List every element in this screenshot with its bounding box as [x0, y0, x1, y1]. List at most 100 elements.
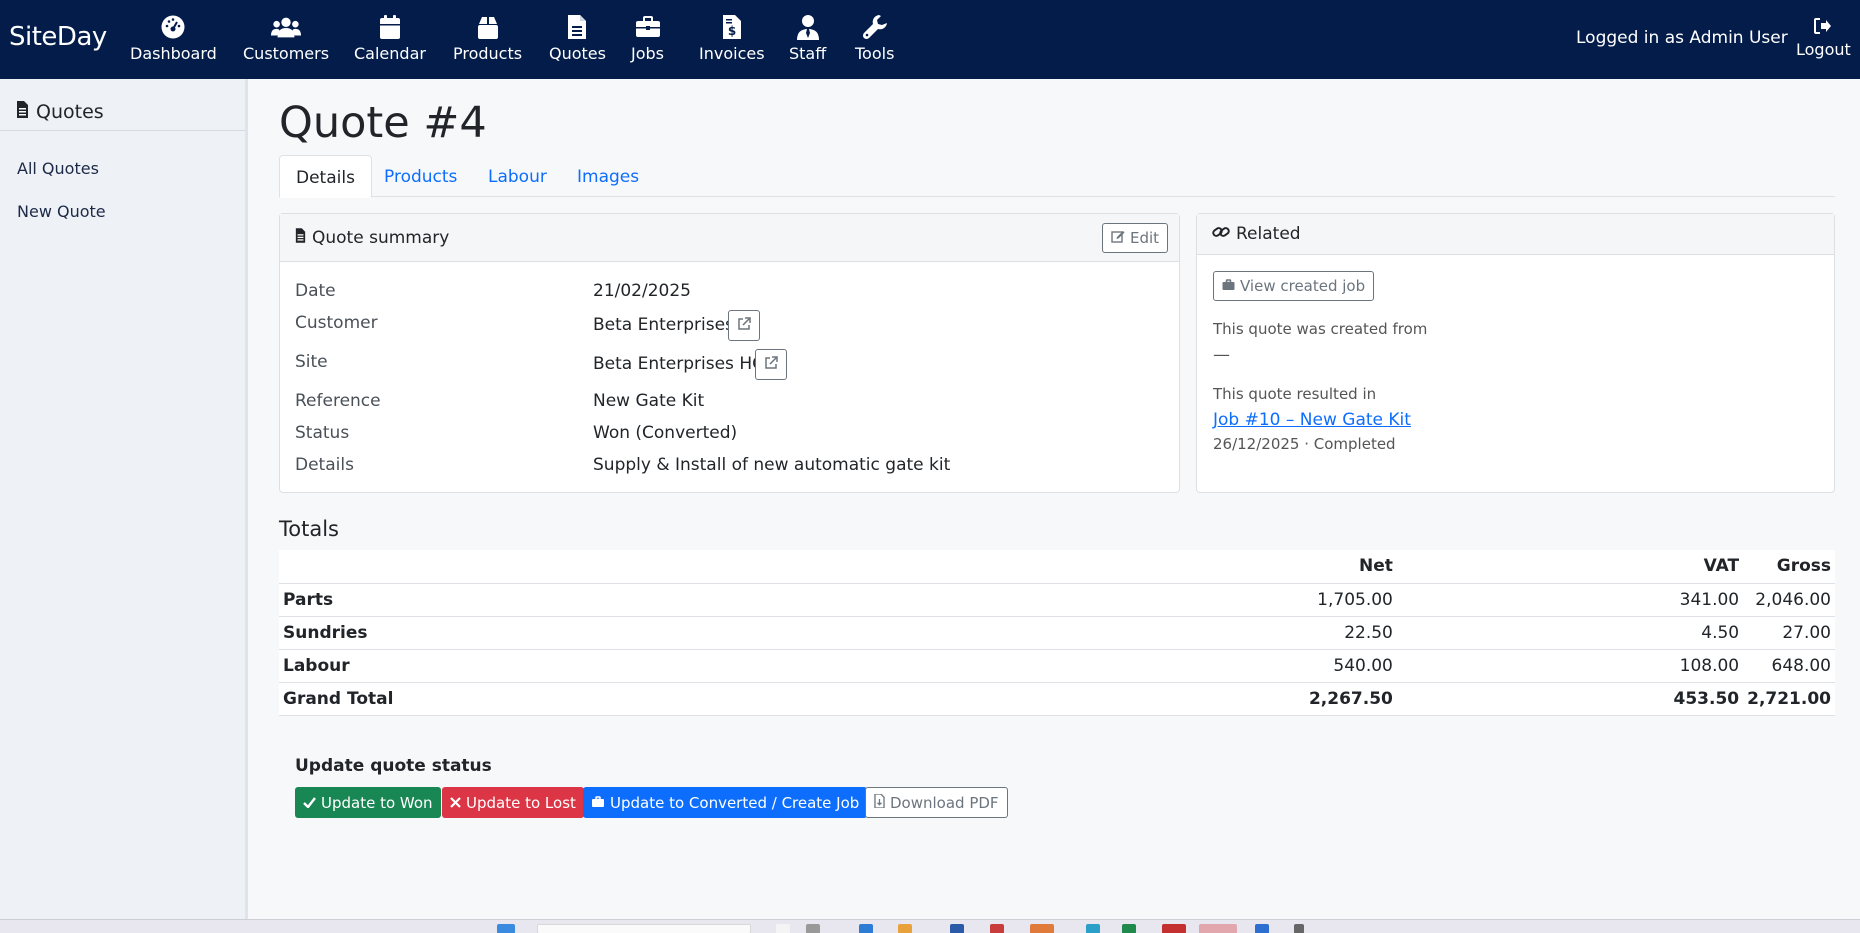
- nav-customers[interactable]: Customers: [243, 12, 329, 68]
- invoice-dollar-icon: $: [717, 12, 747, 42]
- sidebar-title: Quotes: [36, 100, 104, 123]
- header-blank: [279, 550, 1101, 584]
- tab-labour[interactable]: Labour: [472, 155, 563, 197]
- related-header: Related: [1197, 214, 1834, 255]
- taskbar-app-icon[interactable]: [950, 924, 964, 933]
- taskbar-app-icon[interactable]: [497, 924, 515, 933]
- row-vat: 341.00: [1396, 583, 1744, 617]
- close-icon: [450, 794, 461, 812]
- file-download-icon: [874, 792, 885, 812]
- edit-label: Edit: [1130, 229, 1160, 247]
- nav-label: Staff: [789, 44, 827, 63]
- edit-button[interactable]: Edit: [1102, 223, 1169, 253]
- related-job-link[interactable]: Job #10 – New Gate Kit: [1213, 410, 1411, 430]
- check-icon: [303, 794, 316, 812]
- logout-button[interactable]: Logout: [1796, 18, 1851, 59]
- header-vat: VAT: [1396, 550, 1744, 584]
- open-customer-button[interactable]: [728, 310, 760, 341]
- row-net: 540.00: [1100, 649, 1397, 683]
- card-title: Quote summary: [312, 227, 450, 248]
- pdf-label: Download PDF: [890, 793, 999, 812]
- nav-quotes[interactable]: Quotes: [549, 12, 606, 68]
- taskbar-search-box[interactable]: [537, 924, 751, 933]
- taskbar-app-icon[interactable]: [776, 924, 790, 933]
- nav-jobs[interactable]: Jobs: [631, 12, 664, 68]
- taskbar-app-icon[interactable]: [1122, 924, 1136, 933]
- calendar-icon: [375, 12, 405, 42]
- row-label: Grand Total: [279, 682, 1101, 716]
- wrench-icon: [860, 12, 890, 42]
- taskbar-app-icon[interactable]: [1086, 924, 1100, 933]
- nav-label: Tools: [855, 44, 895, 63]
- totals-title: Totals: [279, 517, 339, 541]
- date-value: 21/02/2025: [593, 281, 691, 301]
- nav-tools[interactable]: Tools: [855, 12, 894, 68]
- table-row: Parts 1,705.00 341.00 2,046.00: [279, 583, 1835, 617]
- nav-label: Dashboard: [130, 44, 217, 63]
- taskbar-app-icon[interactable]: [898, 924, 912, 933]
- briefcase-icon: [1222, 277, 1235, 295]
- nav-products[interactable]: Products: [453, 12, 522, 68]
- tab-products[interactable]: Products: [368, 155, 473, 197]
- taskbar-app-icon[interactable]: [859, 924, 873, 933]
- row-label: Parts: [279, 583, 1101, 617]
- file-text-icon: [295, 227, 306, 248]
- date-label: Date: [295, 281, 336, 301]
- row-gross: 2,046.00: [1743, 583, 1835, 617]
- open-site-button[interactable]: [755, 349, 787, 380]
- totals-header-row: Net VAT Gross: [279, 550, 1835, 584]
- sidebar: Quotes All Quotes New Quote: [0, 79, 248, 919]
- taskbar-app-icon[interactable]: [1030, 924, 1054, 933]
- row-vat: 108.00: [1396, 649, 1744, 683]
- details-value: Supply & Install of new automatic gate k…: [593, 455, 951, 475]
- brand-logo[interactable]: SiteDay: [9, 22, 107, 52]
- nav-label: Customers: [243, 44, 330, 63]
- update-to-converted-button[interactable]: Update to Converted / Create Job: [583, 787, 868, 818]
- nav-calendar[interactable]: Calendar: [354, 12, 426, 68]
- customer-label: Customer: [295, 313, 378, 333]
- nav-invoices[interactable]: $ Invoices: [699, 12, 765, 68]
- briefcase-icon: [591, 794, 605, 812]
- box-icon: [473, 12, 503, 42]
- sidebar-header: Quotes: [0, 79, 245, 131]
- details-label: Details: [295, 455, 354, 475]
- download-pdf-button[interactable]: Download PDF: [865, 787, 1008, 818]
- sidebar-item-new-quote[interactable]: New Quote: [17, 202, 106, 221]
- external-link-icon: [764, 355, 778, 374]
- nav-label: Invoices: [699, 44, 765, 63]
- related-card: Related View created job This quote was …: [1196, 213, 1835, 493]
- header-gross: Gross: [1743, 550, 1835, 584]
- taskbar-app-icon[interactable]: [1199, 924, 1237, 933]
- resulted-in-label: This quote resulted in: [1213, 385, 1377, 403]
- row-gross: 648.00: [1743, 649, 1835, 683]
- tab-images[interactable]: Images: [561, 155, 655, 197]
- update-to-lost-button[interactable]: Update to Lost: [442, 787, 584, 818]
- converted-label: Update to Converted / Create Job: [610, 793, 860, 812]
- site-value: Beta Enterprises HQ: [593, 354, 766, 374]
- link-icon: [1212, 224, 1230, 245]
- taskbar-app-icon[interactable]: [806, 924, 820, 933]
- table-row: Sundries 22.50 4.50 27.00: [279, 616, 1835, 650]
- sidebar-item-all-quotes[interactable]: All Quotes: [17, 159, 99, 178]
- taskbar-app-icon[interactable]: [1162, 924, 1186, 933]
- view-job-label: View created job: [1240, 277, 1366, 295]
- customer-value: Beta Enterprises: [593, 315, 734, 335]
- taskbar-app-icon[interactable]: [990, 924, 1004, 933]
- os-taskbar: [0, 919, 1860, 933]
- row-net: 1,705.00: [1100, 583, 1397, 617]
- row-vat: 453.50: [1396, 682, 1744, 716]
- tab-details[interactable]: Details: [279, 155, 372, 198]
- logout-icon: [1814, 18, 1832, 38]
- nav-dashboard[interactable]: Dashboard: [130, 12, 217, 68]
- site-label: Site: [295, 352, 328, 372]
- table-row: Labour 540.00 108.00 648.00: [279, 649, 1835, 683]
- view-created-job-button[interactable]: View created job: [1213, 271, 1375, 301]
- totals-table: Net VAT Gross Parts 1,705.00 341.00 2,04…: [279, 550, 1835, 716]
- taskbar-app-icon[interactable]: [1255, 924, 1269, 933]
- tab-bar: Details Products Labour Images: [279, 155, 1835, 198]
- update-to-won-button[interactable]: Update to Won: [295, 787, 441, 818]
- row-label: Sundries: [279, 616, 1101, 650]
- user-tie-icon: [793, 12, 823, 42]
- taskbar-app-icon[interactable]: [1294, 924, 1304, 933]
- nav-staff[interactable]: Staff: [789, 12, 826, 68]
